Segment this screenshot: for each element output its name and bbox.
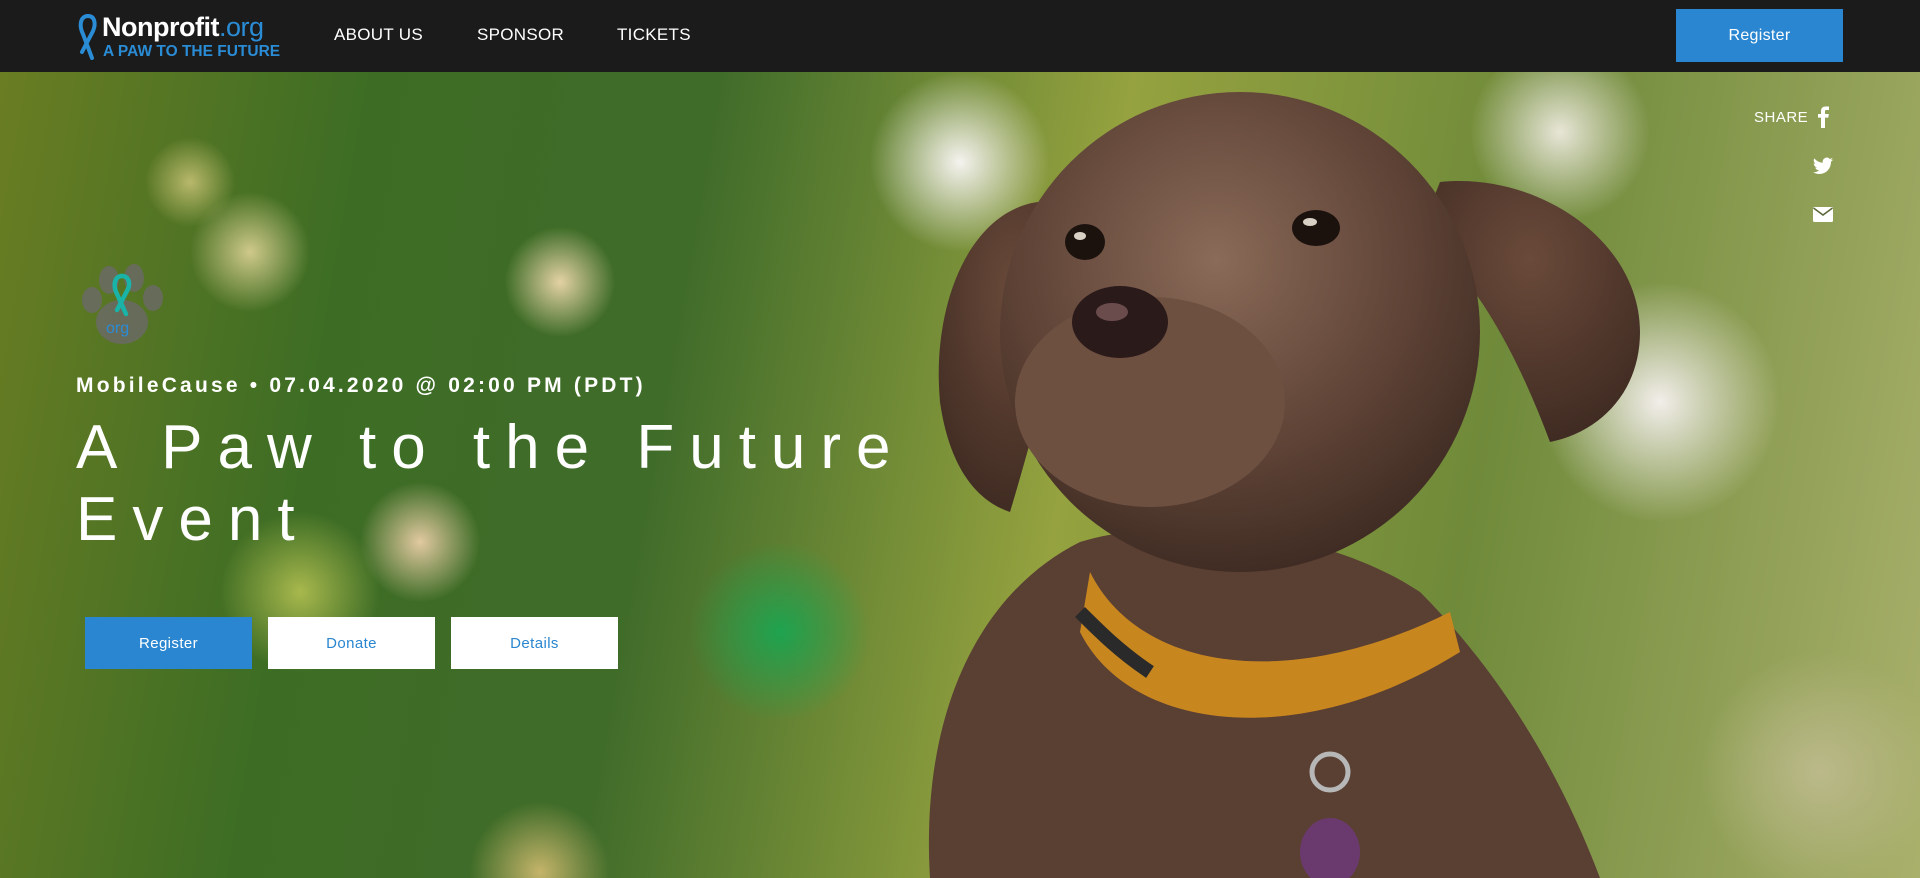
event-title: A Paw to the Future Event: [76, 413, 906, 554]
facebook-icon[interactable]: [1813, 106, 1835, 128]
details-button[interactable]: Details: [451, 617, 618, 669]
nav-link-sponsor[interactable]: SPONSOR: [477, 25, 564, 45]
email-icon[interactable]: [1812, 203, 1834, 225]
logo-tagline: A PAW TO THE FUTURE: [103, 43, 281, 60]
event-meta: MobileCause • 07.04.2020 @ 02:00 PM (PDT…: [76, 374, 646, 397]
nav-link-tickets[interactable]: TICKETS: [617, 25, 691, 45]
logo-wordmark: Nonprofit.org: [102, 12, 264, 42]
site-logo[interactable]: Nonprofit.org A PAW TO THE FUTURE: [76, 12, 286, 62]
share-label: SHARE: [1754, 109, 1809, 126]
event-paw-badge: org: [76, 262, 168, 354]
badge-org-text: org: [106, 320, 130, 337]
hero-register-button[interactable]: Register: [85, 617, 252, 669]
hero-banner: SHARE org MobileCause • 07.04.2020 @ 02:…: [0, 72, 1920, 878]
nav-link-about-us[interactable]: ABOUT US: [334, 25, 423, 45]
header-register-button[interactable]: Register: [1676, 9, 1843, 62]
donate-button[interactable]: Donate: [268, 617, 435, 669]
top-navigation-bar: Nonprofit.org A PAW TO THE FUTURE ABOUT …: [0, 0, 1920, 72]
twitter-icon[interactable]: [1812, 155, 1834, 177]
ribbon-icon: [78, 14, 97, 60]
